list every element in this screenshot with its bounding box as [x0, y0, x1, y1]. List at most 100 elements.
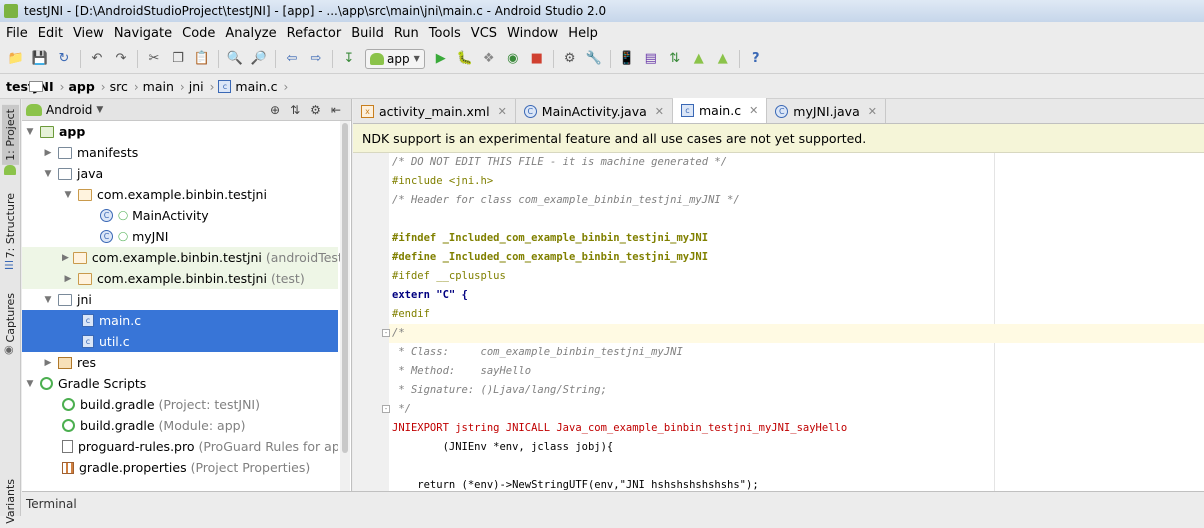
sdk-manager-icon[interactable]: 📱 — [618, 50, 636, 68]
menu-refactor[interactable]: Refactor — [283, 26, 348, 41]
expand-arrow-icon[interactable]: ▼ — [24, 379, 36, 389]
menu-view[interactable]: View — [69, 26, 110, 41]
run-icon[interactable]: ▶ — [432, 50, 450, 68]
tree-item-build-gradle-module[interactable]: build.gradle (Module: app) — [22, 415, 338, 436]
tree-item-gradle-scripts[interactable]: ▼ Gradle Scripts — [22, 373, 338, 394]
tree-item-package-androidtest[interactable]: ▶ com.example.binbin.testjni (androidTest) — [22, 247, 348, 268]
menu-navigate[interactable]: Navigate — [110, 26, 178, 41]
expand-arrow-icon[interactable]: ▼ — [62, 190, 74, 200]
fold-marker-icon[interactable]: - — [382, 329, 390, 337]
scrollbar-thumb[interactable] — [342, 123, 348, 453]
cut-icon[interactable]: ✂ — [145, 50, 163, 68]
menu-run[interactable]: Run — [390, 26, 425, 41]
attach-debugger-icon[interactable]: ❖ — [480, 50, 498, 68]
save-all-icon[interactable]: 💾 — [31, 50, 49, 68]
open-folder-icon[interactable]: 📁 — [7, 50, 25, 68]
tool-tab-project[interactable]: 1: Project — [2, 105, 19, 165]
breadcrumb-file[interactable]: c main.c — [216, 77, 281, 97]
make-project-icon[interactable]: ↧ — [340, 50, 358, 68]
tab-activity-main-xml[interactable]: x activity_main.xml ✕ — [353, 99, 516, 123]
chevron-down-icon[interactable]: ▼ — [96, 105, 103, 115]
expand-arrow-icon[interactable]: ▶ — [62, 274, 74, 284]
menu-window[interactable]: Window — [503, 26, 564, 41]
expand-arrow-icon[interactable]: ▶ — [42, 148, 54, 158]
code-preprocessor: #include <jni.h> — [392, 175, 494, 187]
tree-item-package-test[interactable]: ▶ com.example.binbin.testjni (test) — [22, 268, 338, 289]
tree-item-jni[interactable]: ▼ jni — [22, 289, 338, 310]
tool-tab-variants[interactable]: Variants — [2, 475, 19, 528]
tool-tab-captures[interactable]: Captures — [2, 289, 19, 346]
settings-icon[interactable]: 🔧 — [585, 50, 603, 68]
android-device-monitor-icon[interactable]: ▲ — [690, 50, 708, 68]
redo-icon[interactable]: ↷ — [112, 50, 130, 68]
tree-item-build-gradle-project[interactable]: build.gradle (Project: testJNI) — [22, 394, 338, 415]
breadcrumb: testJNI › app › src › main › jni › cmain… — [0, 75, 1204, 99]
tab-main-c[interactable]: c main.c ✕ — [672, 98, 768, 123]
stop-icon[interactable]: ■ — [528, 50, 546, 68]
breadcrumb-src[interactable]: src — [29, 77, 132, 97]
project-structure-icon[interactable]: ⚙ — [561, 50, 579, 68]
tree-item-main-c[interactable]: c main.c — [22, 310, 338, 331]
help-icon[interactable]: ? — [747, 50, 765, 68]
tree-item-java[interactable]: ▼ java — [22, 163, 338, 184]
copy-icon[interactable]: ❐ — [169, 50, 187, 68]
tree-item-package[interactable]: ▼ com.example.binbin.testjni — [22, 184, 338, 205]
tab-mainactivity-java[interactable]: C MainActivity.java ✕ — [515, 99, 673, 123]
expand-arrow-icon[interactable]: ▼ — [24, 127, 36, 137]
expand-arrow-icon[interactable]: ▶ — [62, 253, 69, 263]
close-icon[interactable]: ✕ — [498, 105, 507, 118]
avd-manager-icon[interactable]: ▤ — [642, 50, 660, 68]
menu-analyze[interactable]: Analyze — [221, 26, 282, 41]
paste-icon[interactable]: 📋 — [193, 50, 211, 68]
code-editor[interactable]: /* DO NOT EDIT THIS FILE - it is machine… — [353, 153, 1204, 491]
project-scrollbar[interactable] — [340, 121, 350, 491]
close-icon[interactable]: ✕ — [749, 104, 758, 117]
menu-edit[interactable]: Edit — [34, 26, 69, 41]
tree-item-gradle-properties[interactable]: gradle.properties (Project Properties) — [22, 457, 338, 478]
close-icon[interactable]: ✕ — [868, 105, 877, 118]
tree-item-app[interactable]: ▼ app — [22, 121, 338, 142]
menu-build[interactable]: Build — [347, 26, 390, 41]
menu-file[interactable]: File — [2, 26, 34, 41]
run-configuration-select[interactable]: app ▼ — [365, 48, 425, 69]
tree-item-myjni[interactable]: C ◯ myJNI — [22, 226, 338, 247]
tree-item-res[interactable]: ▶ res — [22, 352, 338, 373]
hide-panel-icon[interactable]: ⇤ — [331, 103, 341, 117]
undo-icon[interactable]: ↶ — [88, 50, 106, 68]
close-icon[interactable]: ✕ — [655, 105, 664, 118]
expand-arrow-icon[interactable]: ▶ — [42, 358, 54, 368]
tool-tab-structure[interactable]: 7: Structure — [2, 189, 19, 262]
sync-icon[interactable]: ↻ — [55, 50, 73, 68]
back-icon[interactable]: ⇦ — [283, 50, 301, 68]
scroll-from-source-icon[interactable]: ⊕ — [270, 103, 280, 117]
expand-arrow-icon[interactable]: ▼ — [42, 169, 54, 179]
find-icon[interactable]: 🔍 — [226, 50, 244, 68]
fold-marker-icon[interactable]: - — [382, 405, 390, 413]
breadcrumb-jni[interactable]: jni — [29, 77, 208, 97]
tree-item-proguard[interactable]: proguard-rules.pro (ProGuard Rules for ap… — [22, 436, 338, 457]
breadcrumb-app[interactable]: app — [29, 77, 98, 97]
debug-icon[interactable]: 🐛 — [456, 50, 474, 68]
forward-icon[interactable]: ⇨ — [307, 50, 325, 68]
code-text: return (*env)->NewStringUTF(env,"JNI hsh… — [392, 479, 759, 491]
tab-myjni-java[interactable]: CmyJNI.java ✕ — [767, 99, 886, 123]
expand-arrow-icon[interactable]: ▼ — [42, 295, 54, 305]
android-icon[interactable]: ▲ — [714, 50, 732, 68]
menu-vcs[interactable]: VCS — [467, 26, 503, 41]
menu-code[interactable]: Code — [178, 26, 221, 41]
breadcrumb-main[interactable]: main — [29, 77, 178, 97]
coverage-icon[interactable]: ◉ — [504, 50, 522, 68]
gradle-sync-icon[interactable]: ⇅ — [666, 50, 684, 68]
project-view-select[interactable]: Android — [46, 103, 92, 117]
terminal-tab[interactable]: Terminal — [26, 497, 77, 511]
tree-item-manifests[interactable]: ▶ manifests — [22, 142, 338, 163]
code-line: #endif — [392, 305, 430, 324]
tree-item-util-c[interactable]: c util.c — [22, 331, 338, 352]
menu-help[interactable]: Help — [564, 26, 604, 41]
replace-icon[interactable]: 🔎 — [250, 50, 268, 68]
code-line: /* DO NOT EDIT THIS FILE - it is machine… — [392, 153, 727, 172]
collapse-all-icon[interactable]: ⇅ — [290, 103, 300, 117]
tree-item-mainactivity[interactable]: C ◯ MainActivity — [22, 205, 338, 226]
menu-tools[interactable]: Tools — [425, 26, 467, 41]
gear-icon[interactable]: ⚙ — [310, 103, 321, 117]
